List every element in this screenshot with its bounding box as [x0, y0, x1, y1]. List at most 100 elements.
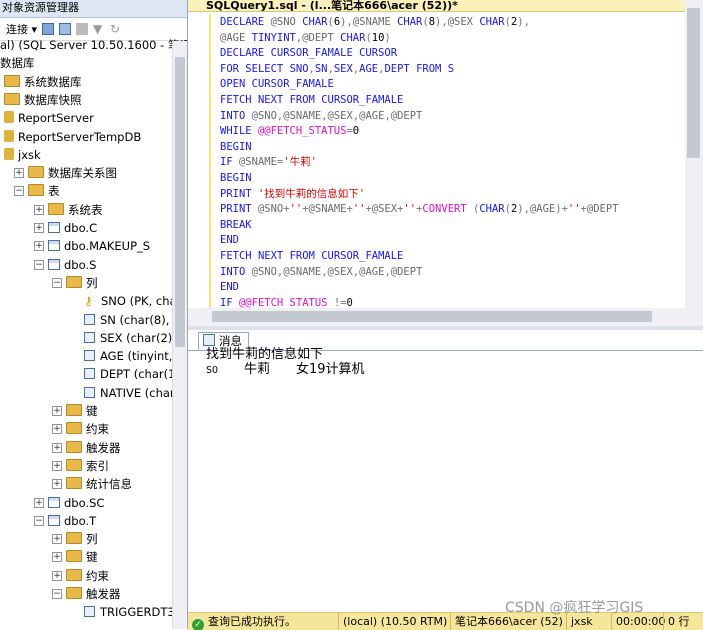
collapse-icon[interactable]: −	[14, 186, 24, 197]
tree-item[interactable]: jxsk	[4, 146, 41, 164]
table-icon	[48, 496, 60, 508]
change-marker	[209, 263, 211, 280]
folder-icon	[28, 166, 44, 179]
status-server: (local) (10.50 RTM)	[338, 613, 447, 630]
tree-item[interactable]: − 列	[52, 274, 98, 292]
expand-icon[interactable]: +	[52, 570, 62, 581]
change-marker	[209, 92, 211, 108]
expand-icon[interactable]: +	[52, 442, 62, 453]
change-marker	[209, 294, 211, 308]
tree-item[interactable]: + 索引	[52, 457, 109, 475]
expand-icon[interactable]: +	[34, 204, 44, 215]
tree-item[interactable]: + 键	[52, 402, 98, 420]
sql-editor[interactable]: DECLARE @SNO CHAR(6),@SNAME CHAR(8),@SEX…	[188, 12, 685, 308]
column-icon	[84, 386, 95, 398]
collapse-icon[interactable]: −	[34, 515, 44, 526]
tree-item[interactable]: + 数据库关系图	[14, 164, 117, 182]
change-marker	[209, 170, 211, 186]
editor-vertical-scrollbar[interactable]	[685, 0, 703, 308]
tree-item-label: dbo.MAKEUP_S	[64, 239, 151, 254]
tree-item[interactable]: + 触发器	[52, 439, 121, 457]
scroll-thumb[interactable]	[175, 57, 185, 347]
tree-item[interactable]: − 表	[14, 182, 60, 200]
tree-item[interactable]: + 列	[52, 530, 98, 548]
code-line: INTO @SNO,@SNAME,@SEX,@AGE,@DEPT	[220, 265, 423, 278]
message-line-2: S0 牛莉 女19计算机	[206, 362, 365, 377]
connect-icon[interactable]	[42, 23, 55, 35]
expand-icon[interactable]: +	[34, 223, 44, 233]
expand-icon[interactable]: +	[52, 424, 62, 435]
code-line: FETCH NEXT FROM CURSOR_FAMALE	[220, 250, 404, 262]
code-line: INTO @SNO,@SNAME,@SEX,@AGE,@DEPT	[220, 109, 423, 122]
tree-item[interactable]: al) (SQL Server 10.50.1600 - 笔记	[0, 36, 187, 54]
tree-item-label: 约束	[86, 568, 109, 583]
tree-item[interactable]: 系统数据库	[4, 73, 82, 91]
database-icon	[4, 147, 14, 160]
tree-item[interactable]: TRIGGERDT3	[84, 603, 175, 621]
tree-item[interactable]: + 系统表	[34, 201, 103, 219]
code-line: PRINT '找到牛莉的信息如下'	[220, 187, 366, 200]
folder-icon	[66, 404, 82, 416]
tree-item[interactable]: − dbo.T	[34, 512, 96, 530]
folder-icon	[48, 202, 64, 215]
folder-icon	[66, 458, 82, 471]
code-line: FETCH NEXT FROM CURSOR_FAMALE	[220, 94, 404, 106]
tree-item[interactable]: 数据库快照	[4, 91, 82, 109]
disconnect-icon[interactable]	[59, 23, 72, 35]
change-marker	[209, 248, 211, 264]
refresh-icon[interactable]: ↻	[110, 23, 122, 35]
tree-item-label: TRIGGERDT3	[100, 605, 175, 620]
expand-icon[interactable]: +	[52, 460, 62, 471]
tree-item[interactable]: − dbo.S	[34, 256, 96, 274]
tree-item-label: 数据库关系图	[48, 166, 117, 181]
object-explorer-panel: 对象资源管理器 连接 ▾ ▼ ↻ al) (SQL Server 10.50.1…	[0, 0, 188, 629]
tree-item-label: 约束	[86, 422, 109, 437]
tree-item[interactable]: − 触发器	[52, 585, 121, 603]
results-pane: 消息 找到牛莉的信息如下 S0 牛莉 女19计算机	[188, 330, 703, 612]
tree-item[interactable]: + 键	[52, 548, 98, 566]
tree-item-label: 键	[86, 404, 98, 418]
change-marker	[209, 154, 211, 171]
tree-item[interactable]: ReportServer	[4, 109, 94, 127]
scroll-thumb[interactable]	[687, 8, 700, 158]
status-state: ✓ 查询已成功执行。	[188, 613, 296, 630]
code-line: DECLARE CURSOR_FAMALE CURSOR	[220, 47, 398, 60]
tree-item[interactable]: + dbo.C	[34, 219, 98, 237]
expand-icon[interactable]: +	[14, 168, 24, 179]
collapse-icon[interactable]: −	[52, 589, 62, 599]
tree-item[interactable]: 数据库	[0, 54, 35, 72]
scroll-thumb[interactable]	[212, 311, 652, 322]
tree-item-label: 触发器	[86, 587, 121, 601]
table-icon	[48, 222, 60, 233]
folder-icon	[66, 440, 82, 453]
tree-item[interactable]: ReportServerTempDB	[4, 128, 141, 146]
expand-icon[interactable]: +	[52, 406, 62, 416]
expand-icon[interactable]: +	[34, 241, 44, 252]
code-line: IF @@FETCH_STATUS !=0	[220, 296, 353, 308]
expand-icon[interactable]: +	[52, 552, 62, 563]
tree-item-label: 数据库快照	[24, 92, 82, 107]
expand-icon[interactable]: +	[52, 534, 62, 545]
editor-tab[interactable]: SQLQuery1.sql - (l...笔记本666\acer (52))* …	[188, 0, 703, 12]
tree-item-label: dbo.C	[64, 221, 98, 235]
collapse-icon[interactable]: −	[52, 277, 62, 288]
tree-item[interactable]: + 约束	[52, 420, 109, 438]
tree-item[interactable]: + 统计信息	[52, 475, 132, 493]
expand-icon[interactable]: +	[34, 497, 44, 508]
code-line: @AGE TINYINT,@DEPT CHAR(10)	[220, 31, 391, 44]
tree-item[interactable]: + dbo.SC	[34, 494, 104, 512]
folder-icon	[66, 477, 82, 490]
editor-horizontal-scrollbar[interactable]	[188, 308, 703, 326]
tree-item[interactable]: + 约束	[52, 567, 109, 585]
change-marker	[209, 29, 211, 46]
database-icon	[4, 129, 14, 142]
object-explorer-scrollbar[interactable]	[172, 41, 187, 629]
tree-item[interactable]: + dbo.MAKEUP_S	[34, 237, 151, 255]
editor-margin	[188, 12, 205, 308]
tree-item-label: 表	[48, 184, 60, 199]
filter-icon[interactable]: ▼	[93, 23, 105, 35]
collapse-icon[interactable]: −	[34, 259, 44, 270]
connect-button[interactable]: 连接 ▾	[6, 21, 37, 37]
expand-icon[interactable]: +	[52, 479, 62, 490]
stop-icon[interactable]	[76, 23, 89, 35]
